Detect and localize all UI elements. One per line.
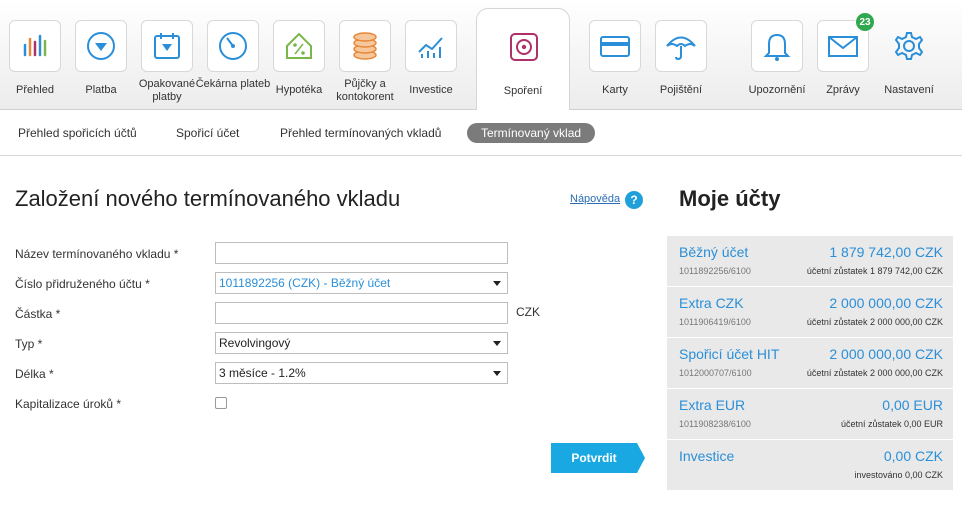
page-title: Založení nového termínovaného vkladu xyxy=(15,186,401,211)
main-navigation: Přehled Platba Opakované platby Čekárna … xyxy=(0,0,962,110)
account-amount: 0,00 EUR xyxy=(882,397,943,413)
chevron-down-icon xyxy=(493,341,501,346)
account-amount: 0,00 CZK xyxy=(883,448,943,464)
type-select[interactable]: Revolvingový xyxy=(215,332,508,354)
sub-navigation: Přehled spořicích účtů Spořicí účet Přeh… xyxy=(0,110,962,156)
account-amount: 2 000 000,00 CZK xyxy=(829,295,943,311)
capitalization-label: Kapitalizace úroků * xyxy=(15,397,122,411)
tab-terminovany-vklad[interactable]: Termínovaný vklad xyxy=(467,123,596,143)
currency-label: CZK xyxy=(516,305,540,319)
nav-item-karty[interactable]: Karty xyxy=(582,0,648,108)
amount-input[interactable] xyxy=(215,302,508,324)
account-item[interactable]: Investice 0,00 CZK investováno 0,00 CZK xyxy=(667,439,953,490)
recurring-payment-icon xyxy=(141,20,193,72)
account-balance: účetní zůstatek 2 000 000,00 CZK xyxy=(806,317,943,327)
nav-item-nastaveni[interactable]: Nastavení xyxy=(876,0,942,108)
nav-item-pujcky[interactable]: Půjčky a kontokorent xyxy=(332,0,398,108)
help-link[interactable]: Nápověda xyxy=(570,193,620,205)
account-number: 1012000707/6100 xyxy=(679,368,752,378)
nav-label: Spoření xyxy=(503,85,543,97)
account-number: 1011892256/6100 xyxy=(679,266,751,276)
help-icon[interactable]: ? xyxy=(625,191,643,209)
account-name: Běžný účet xyxy=(679,244,749,260)
account-amount: 2 000 000,00 CZK xyxy=(829,346,943,362)
amount-label: Částka * xyxy=(15,307,61,321)
nav-item-pojisteni[interactable]: Pojištění xyxy=(648,0,714,108)
nav-label: Investice xyxy=(409,84,453,96)
account-name: Investice xyxy=(679,448,735,464)
nav-item-platba[interactable]: Platba xyxy=(68,0,134,108)
account-balance: investováno 0,00 CZK xyxy=(854,470,943,480)
capitalization-checkbox[interactable] xyxy=(215,397,227,409)
payment-icon xyxy=(75,20,127,72)
nav-item-hypoteka[interactable]: Hypotéka xyxy=(266,0,332,108)
accounts-list: Běžný účet 1 879 742,00 CZK 1011892256/6… xyxy=(667,235,953,490)
account-item[interactable]: Spořicí účet HIT 2 000 000,00 CZK 101200… xyxy=(667,337,953,388)
account-number: 1011908238/6100 xyxy=(679,419,751,429)
name-label: Název termínovaného vkladu * xyxy=(15,247,179,261)
gauge-icon xyxy=(207,20,259,72)
tab-sporici-ucet[interactable]: Spořicí účet xyxy=(176,123,239,143)
confirm-button-label: Potvrdit xyxy=(571,451,617,465)
chevron-down-icon xyxy=(493,371,501,376)
card-icon xyxy=(589,20,641,72)
type-label: Typ * xyxy=(15,337,43,351)
deposit-name-input[interactable] xyxy=(215,242,508,264)
gear-icon xyxy=(883,20,935,72)
house-percent-icon xyxy=(273,20,325,72)
account-item[interactable]: Běžný účet 1 879 742,00 CZK 1011892256/6… xyxy=(667,235,953,286)
nav-item-prehled[interactable]: Přehled xyxy=(2,0,68,108)
type-select-value: Revolvingový xyxy=(219,336,291,350)
account-number: 1011906419/6100 xyxy=(679,317,751,327)
growth-chart-icon xyxy=(405,20,457,72)
length-label: Délka * xyxy=(15,367,54,381)
length-select-value: 3 měsíce - 1.2% xyxy=(219,366,306,380)
confirm-button-arrow xyxy=(637,443,645,473)
tab-prehled-sporicich-uctu[interactable]: Přehled spořicích účtů xyxy=(18,123,137,143)
confirm-button[interactable]: Potvrdit xyxy=(551,443,645,473)
account-label: Číslo přidruženého účtu * xyxy=(15,277,150,291)
account-amount: 1 879 742,00 CZK xyxy=(829,244,943,260)
nav-item-investice[interactable]: Investice xyxy=(398,0,464,108)
accounts-title: Moje účty xyxy=(679,186,781,211)
length-select[interactable]: 3 měsíce - 1.2% xyxy=(215,362,508,384)
bar-chart-icon xyxy=(9,20,61,72)
account-select[interactable]: 1011892256 (CZK) - Běžný účet xyxy=(215,272,508,294)
account-balance: účetní zůstatek 2 000 000,00 CZK xyxy=(806,368,943,378)
bell-icon xyxy=(751,20,803,72)
account-item[interactable]: Extra EUR 0,00 EUR 1011908238/6100 účetn… xyxy=(667,388,953,439)
account-balance: účetní zůstatek 1 879 742,00 CZK xyxy=(806,266,943,276)
account-balance: účetní zůstatek 0,00 EUR xyxy=(840,419,943,429)
nav-item-upozorneni[interactable]: Upozornění xyxy=(744,0,810,108)
coins-icon xyxy=(339,20,391,72)
safe-icon xyxy=(498,21,550,73)
nav-item-sporeni[interactable]: Spoření xyxy=(476,8,570,110)
umbrella-icon xyxy=(655,20,707,72)
nav-item-opakovane-platby[interactable]: Opakované platby xyxy=(134,0,200,108)
account-item[interactable]: Extra CZK 2 000 000,00 CZK 1011906419/61… xyxy=(667,286,953,337)
nav-label: Nastavení xyxy=(884,84,934,96)
nav-label: Pojištění xyxy=(659,84,703,96)
chevron-down-icon xyxy=(493,281,501,286)
tab-prehled-terminovanych-vkladu[interactable]: Přehled termínovaných vkladů xyxy=(280,123,441,143)
account-name: Extra EUR xyxy=(679,397,746,413)
messages-count-badge: 23 xyxy=(855,12,875,32)
account-name: Spořicí účet HIT xyxy=(679,346,780,362)
nav-item-cekarna-plateb[interactable]: Čekárna plateb xyxy=(196,0,270,108)
account-name: Extra CZK xyxy=(679,295,744,311)
account-select-value: 1011892256 (CZK) - Běžný účet xyxy=(219,276,391,290)
